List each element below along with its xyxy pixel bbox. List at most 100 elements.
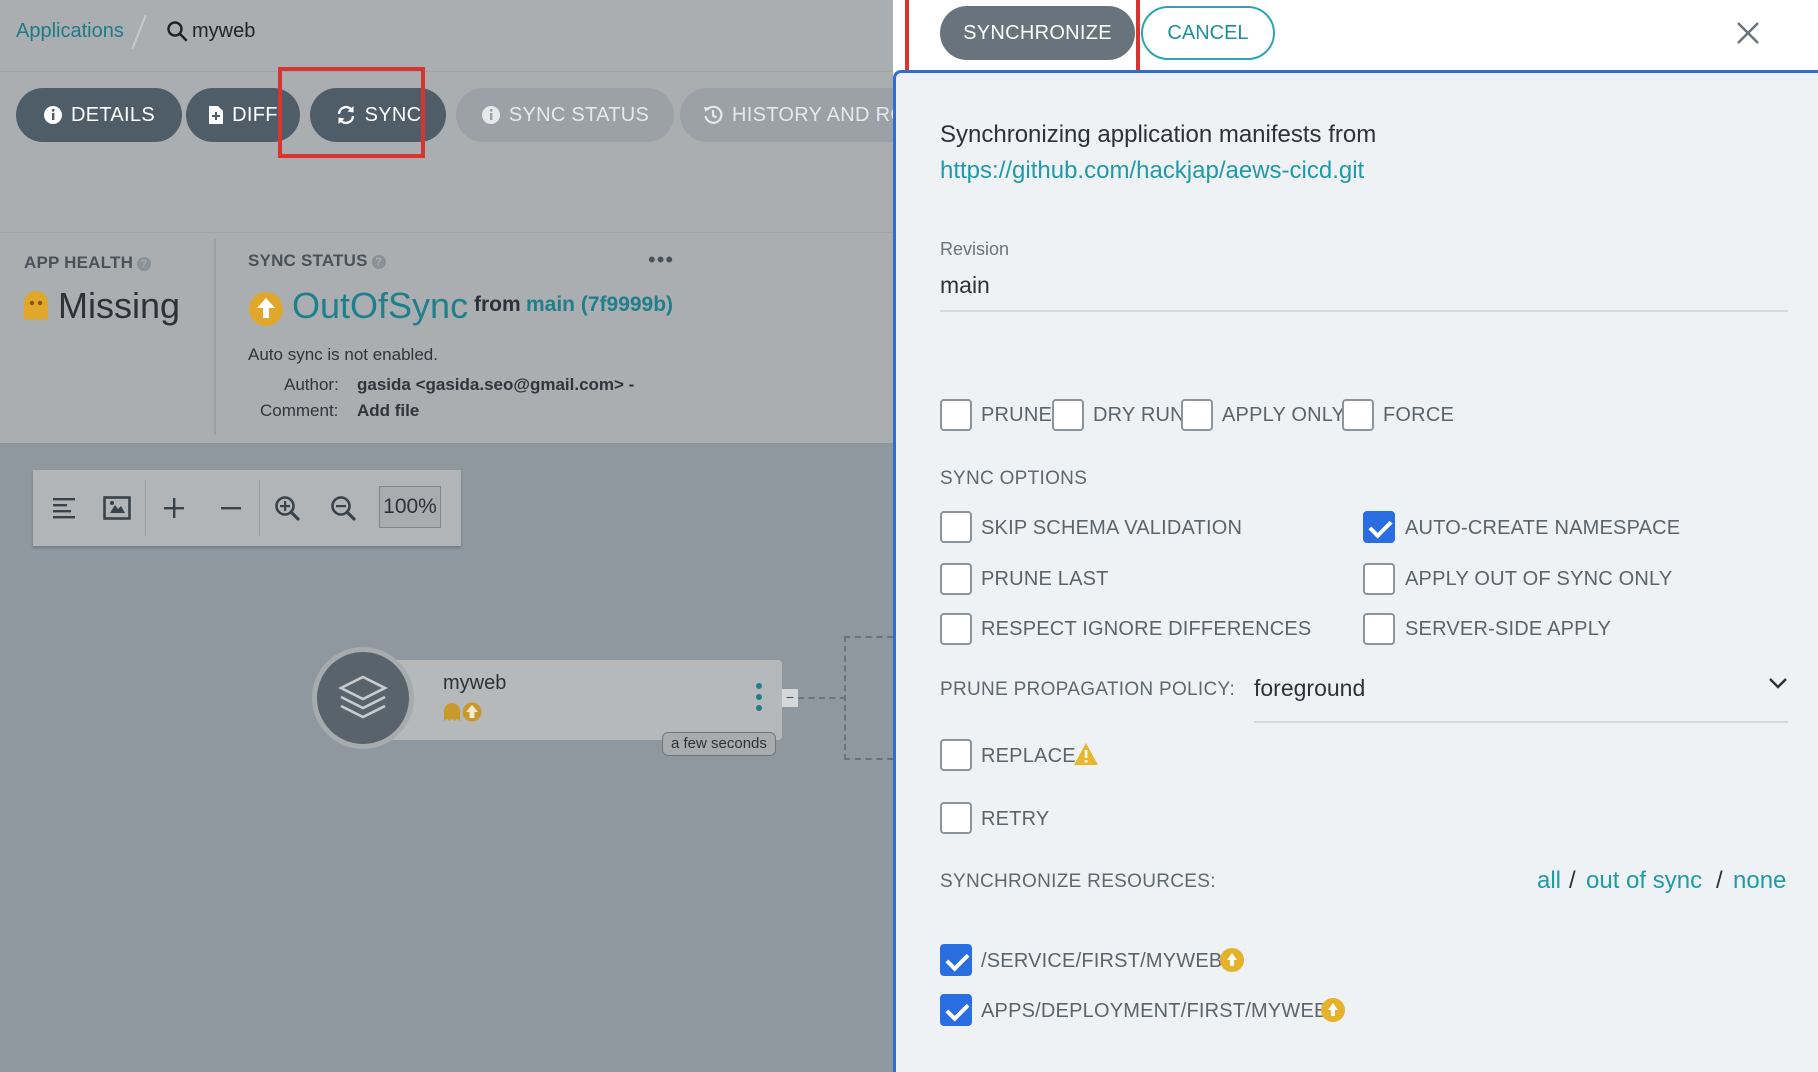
layers-icon xyxy=(338,675,388,719)
sync-options-title: SYNC OPTIONS xyxy=(940,468,1088,489)
from-label: from xyxy=(474,293,521,316)
zoom-in-icon[interactable] xyxy=(267,488,307,528)
skip-schema-validation-checkbox[interactable] xyxy=(940,511,972,543)
align-left-icon[interactable] xyxy=(45,488,85,528)
apply-out-of-sync-only-label: APPLY OUT OF SYNC ONLY xyxy=(1405,568,1673,590)
divider xyxy=(214,239,216,435)
zoom-level[interactable]: 100% xyxy=(379,486,441,528)
filter-all-link[interactable]: all xyxy=(1537,867,1561,895)
out-of-sync-icon xyxy=(1220,948,1244,972)
repo-url-link[interactable]: https://github.com/hackjap/aews-cicd.git xyxy=(940,157,1364,185)
prune-policy-select[interactable]: foreground xyxy=(1254,675,1365,702)
graph-toolbar: 100% xyxy=(33,470,461,546)
comment-label: Comment: xyxy=(260,401,339,420)
zoom-out-icon[interactable] xyxy=(323,488,363,528)
minus-icon[interactable] xyxy=(211,488,251,528)
breadcrumb-separator xyxy=(131,14,147,50)
app-health-title: APP HEALTH? xyxy=(24,253,152,273)
app-toolbar: DETAILS DIFF SYNC SYNC STATUS HISTORY AN… xyxy=(0,72,893,232)
info-icon xyxy=(481,106,500,124)
server-side-apply-checkbox[interactable] xyxy=(1363,613,1395,645)
prune-label: PRUNE xyxy=(981,404,1053,426)
close-icon[interactable] xyxy=(1731,16,1765,50)
application-view: Applications myweb DETAILS DIFF SYNC SYN… xyxy=(0,0,904,1072)
more-options-icon[interactable]: ••• xyxy=(648,247,674,273)
out-of-sync-icon xyxy=(249,292,283,326)
dry-run-checkbox[interactable] xyxy=(1052,399,1084,431)
help-icon[interactable]: ? xyxy=(371,255,386,269)
history-label: HISTORY AND ROLLBA xyxy=(732,103,893,126)
highlight-synchronize-button xyxy=(905,0,1140,76)
history-icon xyxy=(704,105,723,124)
plus-icon[interactable] xyxy=(154,488,194,528)
prune-last-checkbox[interactable] xyxy=(940,563,972,595)
prune-checkbox[interactable] xyxy=(940,399,972,431)
auto-create-namespace-checkbox[interactable] xyxy=(1363,511,1395,543)
chevron-down-icon[interactable] xyxy=(1767,672,1789,694)
search-icon[interactable] xyxy=(166,20,188,42)
auto-create-namespace-label: AUTO-CREATE NAMESPACE xyxy=(1405,517,1681,539)
resource-checkbox[interactable] xyxy=(940,944,972,976)
auto-sync-text: Auto sync is not enabled. xyxy=(248,345,438,364)
apply-only-checkbox[interactable] xyxy=(1181,399,1213,431)
force-label: FORCE xyxy=(1383,404,1454,426)
resource-checkbox[interactable] xyxy=(940,994,972,1026)
app-node-icon xyxy=(312,647,414,749)
apply-out-of-sync-only-checkbox[interactable] xyxy=(1363,563,1395,595)
prune-policy-label: PRUNE PROPAGATION POLICY: xyxy=(940,679,1236,700)
retry-label: RETRY xyxy=(981,808,1050,830)
synchronize-resources-label: SYNCHRONIZE RESOURCES: xyxy=(940,871,1216,892)
details-button[interactable]: DETAILS xyxy=(16,88,182,142)
sync-status-title: SYNC STATUS? xyxy=(248,251,386,271)
filter-separator: / xyxy=(1569,867,1576,894)
retry-checkbox[interactable] xyxy=(940,802,972,834)
out-of-sync-icon xyxy=(1321,998,1345,1022)
collapse-node-button[interactable]: − xyxy=(782,689,798,707)
dry-run-label: DRY RUN xyxy=(1093,404,1185,426)
top-bar: Applications myweb xyxy=(0,0,893,72)
node-age-badge: a few seconds xyxy=(662,732,776,756)
author-label: Author: xyxy=(284,375,339,394)
breadcrumb-app-name: myweb xyxy=(192,20,256,42)
respect-ignore-differences-checkbox[interactable] xyxy=(940,613,972,645)
comment-value: Add file xyxy=(357,401,420,420)
sync-panel: SYNCHRONIZE CANCEL Synchronizing applica… xyxy=(893,0,1818,1072)
details-label: DETAILS xyxy=(71,103,155,126)
resource-graph: 100% myweb − a few seconds xyxy=(0,444,904,1072)
skip-schema-validation-label: SKIP SCHEMA VALIDATION xyxy=(981,517,1243,539)
sync-status-label: SYNC STATUS xyxy=(508,103,650,126)
file-diff-icon xyxy=(209,106,224,124)
replace-checkbox[interactable] xyxy=(940,739,972,771)
cancel-button[interactable]: CANCEL xyxy=(1141,6,1275,60)
node-menu-icon[interactable] xyxy=(756,682,762,712)
fit-to-screen-icon[interactable] xyxy=(97,488,137,528)
respect-ignore-differences-label: RESPECT IGNORE DIFFERENCES xyxy=(981,618,1312,640)
revision-input[interactable]: main xyxy=(940,272,990,299)
help-icon[interactable]: ? xyxy=(137,257,152,271)
apply-only-label: APPLY ONLY xyxy=(1222,404,1346,426)
sync-status-value: OutOfSync xyxy=(292,285,469,326)
app-node-name: myweb xyxy=(443,672,507,694)
info-icon xyxy=(44,106,62,124)
breadcrumb-applications-link[interactable]: Applications xyxy=(16,20,124,43)
warning-icon xyxy=(1074,743,1098,765)
force-checkbox[interactable] xyxy=(1342,399,1374,431)
resource-label: /SERVICE/FIRST/MYWEB xyxy=(981,950,1223,972)
diff-label: DIFF xyxy=(232,103,278,126)
resource-label: APPS/DEPLOYMENT/FIRST/MYWEB xyxy=(981,1000,1328,1022)
filter-none-link[interactable]: none xyxy=(1733,867,1786,895)
node-status-icons xyxy=(444,702,482,722)
highlight-sync-button xyxy=(278,67,425,158)
server-side-apply-label: SERVER-SIDE APPLY xyxy=(1405,618,1612,640)
app-health-value: Missing xyxy=(58,285,181,326)
history-rollback-button[interactable]: HISTORY AND ROLLBA xyxy=(680,88,893,142)
replace-label: REPLACE xyxy=(981,745,1076,767)
author-value: gasida <gasida.seo@gmail.com> - xyxy=(357,375,635,394)
revision-link[interactable]: main (7f9999b) xyxy=(526,293,673,317)
app-node-card[interactable] xyxy=(352,660,782,740)
sync-intro-text: Synchronizing application manifests from xyxy=(940,121,1377,148)
filter-out-of-sync-link[interactable]: out of sync xyxy=(1586,867,1702,895)
revision-label: Revision xyxy=(940,239,1010,259)
sync-status-button[interactable]: SYNC STATUS xyxy=(456,88,674,142)
filter-separator: / xyxy=(1716,867,1723,894)
